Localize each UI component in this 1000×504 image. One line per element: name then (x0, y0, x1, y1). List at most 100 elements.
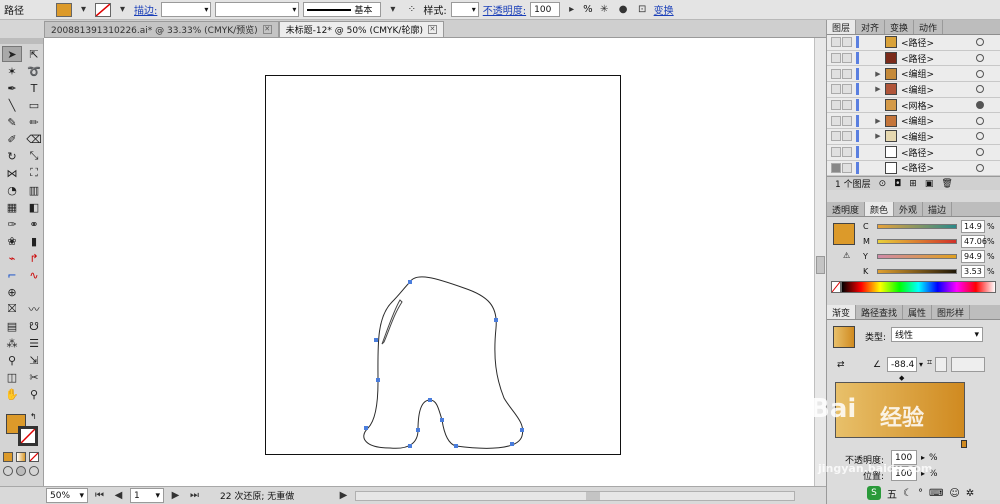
variable-width-dropdown[interactable]: ▾ (215, 2, 300, 17)
pencil-tool-icon[interactable]: ✏ (24, 114, 44, 130)
locate-object-icon[interactable]: ⊙ (879, 179, 887, 189)
draw-normal-icon[interactable] (3, 466, 13, 476)
tab-stroke[interactable]: 描边 (923, 202, 953, 216)
gradient-tool-icon[interactable]: ◧ (24, 199, 44, 215)
lock-toggle[interactable] (842, 37, 852, 48)
twirl-tool-icon[interactable]: ☋ (24, 318, 44, 334)
layer-row[interactable]: <路径> (827, 160, 1000, 176)
gradient-stop[interactable] (961, 440, 967, 448)
tab-layers[interactable]: 图层 (827, 20, 857, 34)
status-menu-icon[interactable]: ▶ (336, 488, 351, 503)
first-artboard-icon[interactable]: ⏮ (92, 488, 107, 503)
eraser-tool-icon[interactable]: ⌫ (24, 131, 44, 147)
target-icon[interactable] (976, 101, 984, 110)
target-icon[interactable] (976, 132, 984, 141)
last-artboard-icon[interactable]: ⏭ (187, 488, 202, 503)
none-mode-icon[interactable] (29, 452, 39, 462)
visibility-toggle[interactable] (831, 115, 841, 126)
none-color-icon[interactable] (831, 281, 841, 293)
ime-s-icon[interactable]: S (867, 486, 881, 500)
gradient-type-dropdown[interactable]: 线性 ▾ (891, 327, 983, 342)
settings-icon[interactable]: ✲ (966, 488, 974, 499)
rectangle-tool-icon[interactable]: ▭ (24, 97, 44, 113)
width-tool-icon[interactable]: ⋈ (2, 165, 22, 181)
black-input[interactable]: 3.53 (961, 265, 985, 278)
new-layer-icon[interactable]: ▣ (925, 179, 934, 189)
slice-tool-icon[interactable]: ◫ (2, 369, 22, 385)
tab-transform[interactable]: 变换 (885, 20, 915, 34)
delete-layer-icon[interactable]: 🗑 (941, 179, 952, 189)
target-icon[interactable] (976, 148, 984, 157)
expand-icon[interactable]: ▶ (873, 132, 883, 140)
expand-icon[interactable]: ▶ (873, 117, 883, 125)
stroke-color-swatch[interactable] (18, 426, 38, 446)
graph-tool-icon[interactable]: ▤ (2, 318, 22, 334)
opacity-link[interactable]: 不透明度: (483, 2, 526, 17)
black-slider[interactable] (877, 269, 957, 274)
yellow-slider[interactable] (877, 254, 957, 259)
visibility-toggle[interactable] (831, 100, 841, 111)
lock-toggle[interactable] (842, 53, 852, 64)
lock-toggle[interactable] (842, 68, 852, 79)
tab-gradient[interactable]: 渐变 (827, 305, 857, 319)
h-scroll-thumb[interactable] (586, 491, 600, 500)
punctuation-icon[interactable]: ° (918, 488, 923, 499)
prev-artboard-icon[interactable]: ◀ (111, 488, 126, 503)
tab-document-1[interactable]: 200881391310226.ai* @ 33.33% (CMYK/预览) ✕ (44, 21, 279, 37)
layer-row[interactable]: <路径> (827, 50, 1000, 67)
visibility-toggle[interactable] (831, 162, 841, 173)
direct-selection-tool-icon[interactable]: ⇱ (24, 46, 44, 62)
zoom-dropdown[interactable]: 50% ▾ (46, 488, 88, 503)
reverse-gradient-icon[interactable]: ⇄ (837, 360, 845, 370)
tab-attributes[interactable]: 属性 (903, 305, 933, 319)
layer-row[interactable]: ▶ <编组> (827, 66, 1000, 83)
close-icon[interactable]: ✕ (262, 25, 272, 34)
scale-tool-icon[interactable]: ⤡ (24, 148, 44, 164)
visibility-toggle[interactable] (831, 131, 841, 142)
angle-input[interactable]: -88.4 (887, 357, 917, 372)
align-tool-icon[interactable]: ☰ (24, 335, 44, 351)
visibility-toggle[interactable] (831, 84, 841, 95)
eyedropper-tool-icon[interactable]: ✑ (2, 216, 22, 232)
warp-tool-icon[interactable]: 〰 (24, 301, 44, 317)
keyboard-icon[interactable]: ⌨ (929, 488, 943, 499)
next-artboard-icon[interactable]: ▶ (168, 488, 183, 503)
stroke-dropdown-icon[interactable]: ▾ (115, 2, 130, 17)
line-tool-icon[interactable]: ╲ (2, 97, 22, 113)
layer-row[interactable]: <路径> (827, 144, 1000, 161)
visibility-toggle[interactable] (831, 68, 841, 79)
lock-toggle[interactable] (842, 115, 852, 126)
tab-color[interactable]: 颜色 (865, 202, 895, 216)
target-icon[interactable] (976, 116, 984, 125)
angle-dropdown-icon[interactable]: ▾ (919, 360, 923, 369)
user-icon[interactable]: ☺ (949, 488, 959, 499)
gradient-preview-swatch[interactable] (833, 326, 855, 348)
lock-toggle[interactable] (842, 84, 852, 95)
artboard-tool-icon[interactable]: ⛝ (2, 301, 22, 317)
lock-toggle[interactable] (842, 147, 852, 158)
spectrum[interactable] (841, 281, 996, 293)
lasso-tool-icon[interactable]: ➰ (24, 63, 44, 79)
tab-graphic-styles[interactable]: 图形样 (932, 305, 971, 319)
target-icon[interactable] (976, 69, 984, 78)
visibility-toggle[interactable] (831, 53, 841, 64)
stroke-swatch[interactable] (95, 2, 111, 17)
align-to-icon[interactable]: ⊡ (635, 2, 650, 17)
hand-tool-icon[interactable]: ✋ (2, 386, 22, 402)
tab-appearance[interactable]: 外观 (894, 202, 924, 216)
scissors-tool-icon[interactable]: ✂ (24, 369, 44, 385)
stroke-weight-dropdown[interactable]: ▾ (161, 2, 212, 17)
scroll-thumb[interactable] (816, 256, 825, 274)
horizontal-scrollbar[interactable] (355, 490, 795, 501)
target-icon[interactable] (976, 163, 984, 172)
yellow-input[interactable]: 94.9 (961, 250, 985, 263)
type-tool-icon[interactable]: T (24, 80, 44, 96)
make-clipping-mask-icon[interactable]: ◘ (894, 179, 901, 189)
recolor-artwork-icon[interactable]: ● (616, 2, 631, 17)
midpoint-diamond-icon[interactable]: ◆ (899, 374, 904, 382)
selection-tool-icon[interactable]: ➤ (2, 46, 22, 62)
blob-brush-tool-icon[interactable]: ✐ (2, 131, 22, 147)
canvas-area[interactable] (44, 38, 826, 486)
new-sublayer-icon[interactable]: ⊞ (909, 179, 917, 189)
free-transform-tool-icon[interactable]: ⛶ (24, 165, 44, 181)
